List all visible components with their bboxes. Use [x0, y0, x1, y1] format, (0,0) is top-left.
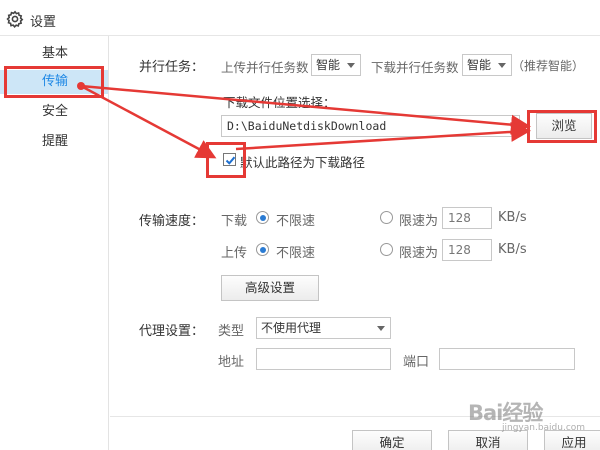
arrow-checkbox-to-browse — [235, 121, 531, 151]
annotation-arrows — [77, 82, 531, 159]
watermark-text: Bai经验 — [468, 401, 543, 425]
baidu-watermark: Bai经验 jingyan.baidu.com — [468, 397, 585, 433]
watermark-subtext: jingyan.baidu.com — [502, 423, 586, 433]
arrow-to-browse — [80, 84, 531, 135]
